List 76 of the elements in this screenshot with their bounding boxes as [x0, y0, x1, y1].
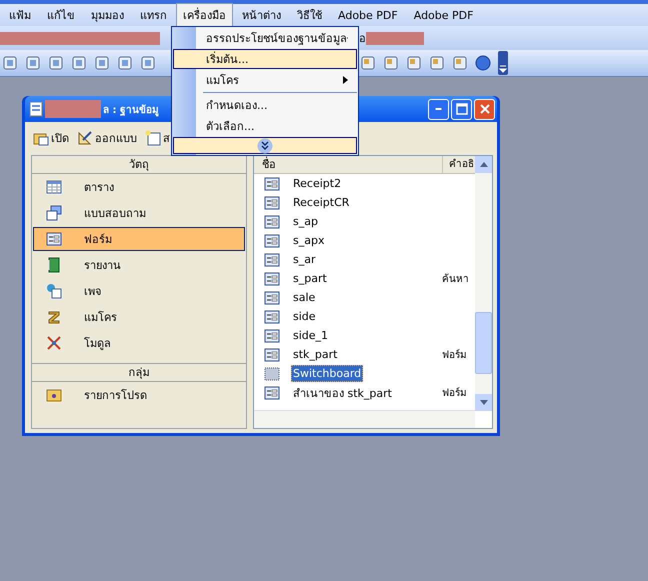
- menu-item[interactable]: แทรก: [133, 3, 174, 27]
- menu-item[interactable]: แมโคร: [173, 70, 357, 90]
- minimize-button[interactable]: [428, 98, 449, 120]
- menu-item[interactable]: อรรถประโยชน์ของฐานข้อมูล: [173, 28, 357, 48]
- list-item[interactable]: side_1: [291, 327, 330, 344]
- group-item[interactable]: รายการโปรด: [33, 383, 245, 407]
- vertical-scrollbar[interactable]: [475, 156, 492, 411]
- section-header: กลุ่ม: [32, 363, 246, 382]
- double-chevron-icon: [257, 138, 273, 154]
- menu-item[interactable]: เครื่องมือ: [176, 3, 233, 27]
- new-button[interactable]: ส: [143, 127, 172, 149]
- menu-item[interactable]: ตัวเลือก...: [173, 116, 357, 136]
- horizontal-scrollbar[interactable]: [254, 410, 475, 428]
- design-button[interactable]: ออกแบบ: [75, 127, 139, 149]
- open-button[interactable]: เปิด: [31, 127, 71, 149]
- menu-item[interactable]: แก้ไข: [40, 3, 82, 27]
- list-item[interactable]: ReceiptCR: [291, 194, 352, 211]
- menu-item[interactable]: Adobe PDF: [406, 6, 480, 24]
- object-type-item[interactable]: ตาราง: [33, 175, 245, 199]
- scroll-down-icon: [480, 400, 488, 405]
- form-icon: [264, 328, 280, 344]
- maximize-icon: [456, 103, 468, 115]
- description-cell-text: ค้นหา: [442, 272, 469, 286]
- list-item[interactable]: Receipt2: [291, 175, 344, 192]
- list-item[interactable]: s_apx: [291, 232, 326, 249]
- toolbar-label: อ: [359, 31, 366, 47]
- object-type-item[interactable]: ฟอร์ม: [33, 227, 245, 251]
- table-icon: [46, 179, 62, 195]
- expand-menu-button[interactable]: [173, 137, 357, 154]
- toolbar-options-icon[interactable]: [498, 51, 508, 75]
- list-item[interactable]: s_part: [291, 270, 329, 287]
- list-item[interactable]: s_ap: [291, 213, 320, 230]
- close-button[interactable]: [474, 98, 495, 120]
- scroll-thumb[interactable]: [475, 312, 492, 374]
- list-item[interactable]: stk_part: [291, 346, 340, 363]
- menu-item[interactable]: กำหนดเอง...: [173, 95, 357, 115]
- window-title: ล : ฐานข้อมู: [103, 103, 159, 116]
- ruler-pencil-icon: [77, 130, 93, 146]
- form-icon: [264, 270, 280, 286]
- menu-item[interactable]: มุมมอง: [84, 3, 131, 27]
- form-icon: [264, 214, 280, 230]
- form-icon: [264, 346, 280, 362]
- list-item[interactable]: sale: [291, 289, 318, 306]
- close-icon: [478, 103, 490, 115]
- form-icon: [264, 308, 280, 324]
- list-item[interactable]: สำเนาของ stk_part: [291, 382, 394, 404]
- form-icon: [46, 231, 62, 247]
- minimize-icon: [435, 108, 442, 110]
- form-icon: [264, 176, 280, 192]
- form-icon: [264, 252, 280, 268]
- redacted-block: [45, 100, 101, 118]
- column-header[interactable]: คำอธิ: [443, 156, 474, 173]
- menu-item[interactable]: Adobe PDF: [331, 6, 405, 24]
- menu-item[interactable]: หน้าต่าง: [235, 3, 288, 27]
- description-cell-text: ฟอร์ม: [442, 348, 467, 362]
- form-icon: [264, 232, 280, 248]
- folder-icon: [46, 387, 62, 403]
- scroll-up-icon: [480, 162, 488, 167]
- object-type-item[interactable]: เพจ: [33, 279, 245, 303]
- object-type-item[interactable]: รายงาน: [33, 253, 245, 277]
- checkered-form-icon: [264, 366, 280, 382]
- description-cell-text: ฟอร์ม: [442, 386, 467, 400]
- list-item[interactable]: Switchboard: [291, 365, 364, 382]
- redacted-block: [366, 32, 424, 44]
- form-icon: [264, 194, 280, 210]
- menu-item[interactable]: แฟ้ม: [2, 3, 38, 27]
- maximize-button[interactable]: [451, 98, 472, 120]
- list-item[interactable]: s_ar: [291, 251, 318, 268]
- object-type-item[interactable]: โมดูล: [33, 331, 245, 355]
- object-type-item[interactable]: แบบสอบถาม: [33, 201, 245, 225]
- menu-item[interactable]: เริ่มต้น...: [173, 49, 357, 69]
- form-icon: [264, 290, 280, 306]
- list-item[interactable]: side: [291, 308, 318, 325]
- object-type-item[interactable]: แมโคร: [33, 305, 245, 329]
- menu-item[interactable]: วิธีใช้: [290, 3, 329, 27]
- form-icon: [264, 384, 280, 400]
